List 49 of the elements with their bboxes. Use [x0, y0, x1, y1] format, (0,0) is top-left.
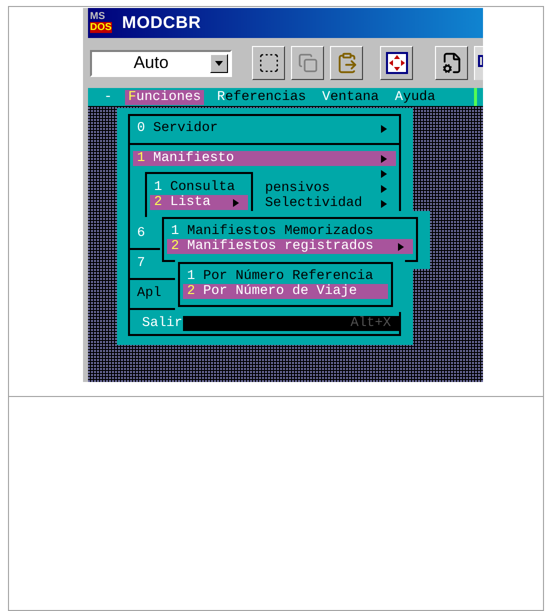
menu-item[interactable]: 0 Servidor: [133, 121, 396, 136]
status-marker: [474, 88, 477, 106]
menu-item-key: 0: [137, 121, 146, 136]
logo-text: DOS: [90, 22, 112, 33]
menu-item[interactable]: 2 Lista: [150, 195, 248, 210]
menu-item-label: Manifiesto: [153, 151, 234, 166]
menu-bar-item[interactable]: Ayuda: [392, 90, 438, 104]
toolbar-icon[interactable]: [474, 46, 484, 80]
menu-item-label: Servidor: [153, 121, 218, 136]
menu-item[interactable]: 1 Manifiesto: [133, 151, 396, 166]
dropdown-value: Auto: [132, 52, 170, 74]
menu-bar-item[interactable]: Referencias: [214, 90, 310, 104]
copy-icon[interactable]: [291, 46, 324, 80]
menu-item[interactable]: 1 Manifiestos Memorizados: [167, 224, 378, 239]
menu-item-label: Por Número Referencia: [203, 269, 374, 284]
menu-item-key: 1: [154, 180, 162, 195]
menu-item[interactable]: 1 Por Número Referencia: [183, 269, 378, 284]
menu-item[interactable]: 1 Consulta: [150, 180, 239, 195]
menu-item-key: 6: [137, 226, 146, 241]
font-size-dropdown[interactable]: Auto: [90, 50, 232, 76]
menu-item-key: 1: [171, 224, 180, 239]
menu-item-label[interactable]: Selectividad: [265, 196, 362, 211]
logo-text: MS: [90, 11, 106, 22]
menu-bar-item[interactable]: Ventana: [319, 90, 382, 104]
menu-bar-item[interactable]: Funciones: [125, 90, 204, 104]
window-title: MODCBR: [122, 12, 202, 34]
paste-icon[interactable]: [330, 46, 364, 80]
select-icon[interactable]: [252, 46, 286, 80]
menu-item-key: 2: [171, 239, 180, 254]
menu-item-key: 2: [187, 284, 196, 299]
menu-item-label: Por Número de Viaje: [203, 284, 358, 299]
menu-item-label: Consulta: [170, 180, 235, 195]
menu-item-key: 2: [154, 195, 162, 210]
menu-item-label: Manifiestos Memorizados: [187, 224, 374, 239]
menu-item-label: Manifiestos registrados: [187, 239, 374, 254]
dropdown-arrow-button[interactable]: [210, 54, 228, 72]
dropdown-arrow-icon: [215, 60, 224, 66]
shortcut-label: Alt+X: [350, 316, 391, 331]
menu-item-key: 1: [187, 269, 196, 284]
menu-item[interactable]: 2 Por Número de Viaje: [183, 284, 388, 299]
menu-item-key: 1: [137, 151, 146, 166]
menu-item-key: 7: [137, 256, 146, 271]
menu-item-label[interactable]: pensivos: [265, 181, 330, 196]
menu-item-label: Apl: [137, 286, 162, 301]
menu-item[interactable]: 2 Manifiestos registrados: [167, 239, 413, 254]
menu-item[interactable]: Apl: [133, 286, 166, 301]
menu-item-label: Lista: [170, 195, 211, 210]
fullscreen-icon[interactable]: [380, 46, 414, 80]
properties-icon[interactable]: [435, 46, 468, 80]
